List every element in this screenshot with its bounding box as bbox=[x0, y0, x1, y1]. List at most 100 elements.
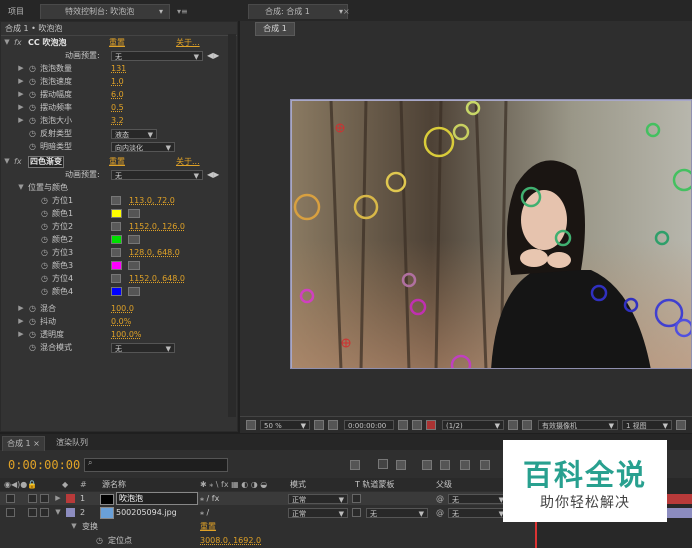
about-link[interactable]: 关于... bbox=[176, 155, 200, 168]
transform-row[interactable]: ▼ 变换 重置 bbox=[0, 520, 535, 533]
stopwatch-icon[interactable]: ◷ bbox=[29, 341, 36, 354]
stopwatch-icon[interactable]: ◷ bbox=[29, 127, 36, 140]
eyedropper-icon[interactable] bbox=[128, 261, 140, 270]
expand-triangle-icon[interactable]: ▼ bbox=[3, 36, 11, 49]
param-value[interactable]: 113.0, 72.0 bbox=[129, 194, 175, 207]
param-value[interactable]: 1152.0, 648.0 bbox=[129, 272, 185, 285]
param-value[interactable]: 3.2 bbox=[111, 114, 124, 127]
preserve-transparency-toggle[interactable] bbox=[352, 508, 361, 517]
stopwatch-icon[interactable]: ◷ bbox=[29, 75, 36, 88]
col-parent[interactable]: 父级 bbox=[436, 478, 452, 491]
stopwatch-icon[interactable]: ◷ bbox=[29, 101, 36, 114]
expand-triangle-icon[interactable]: ▶ bbox=[17, 101, 25, 114]
color-swatch[interactable] bbox=[111, 261, 122, 270]
blend-mode-dropdown[interactable]: 无 ▼ bbox=[111, 343, 175, 353]
fx-icon[interactable]: fx bbox=[14, 155, 22, 168]
stopwatch-icon[interactable]: ◷ bbox=[29, 62, 36, 75]
chevron-down-icon[interactable]: ▾ bbox=[159, 5, 163, 19]
eyedropper-icon[interactable] bbox=[128, 235, 140, 244]
expand-triangle-icon[interactable]: ▶ bbox=[17, 75, 25, 88]
preserve-transparency-toggle[interactable] bbox=[352, 494, 361, 503]
always-preview-icon[interactable] bbox=[246, 420, 256, 430]
layer-mode-dropdown[interactable]: 正常 ▼ bbox=[288, 508, 348, 518]
color-swatch[interactable] bbox=[111, 287, 122, 296]
composition-canvas[interactable] bbox=[290, 99, 692, 369]
graph-editor-icon[interactable] bbox=[480, 460, 490, 470]
layer-duration-bar[interactable] bbox=[665, 494, 692, 504]
show-snapshot-icon[interactable] bbox=[412, 420, 422, 430]
layer-switches[interactable]: ⁎ / bbox=[200, 506, 209, 519]
comp-breadcrumb[interactable]: 合成 1 bbox=[255, 22, 295, 36]
stopwatch-icon[interactable]: ◷ bbox=[41, 285, 48, 298]
live-update-icon[interactable] bbox=[378, 459, 388, 469]
param-value[interactable]: 6.0 bbox=[111, 88, 124, 101]
eye-icon[interactable] bbox=[6, 494, 15, 503]
lock-toggle[interactable] bbox=[40, 508, 49, 517]
layer-row[interactable]: ▶ 1 吹泡泡 ⁎ / fx 正常 ▼ @ 无 ▼ bbox=[0, 492, 535, 505]
expand-triangle-icon[interactable]: ▼ bbox=[17, 181, 25, 194]
stopwatch-icon[interactable]: ◷ bbox=[41, 259, 48, 272]
layer-duration-bar[interactable] bbox=[665, 508, 692, 518]
layer-parent-dropdown[interactable]: 无 ▼ bbox=[448, 494, 508, 504]
anchor-value[interactable]: 3008.0, 1692.0 bbox=[200, 534, 261, 547]
color-swatch[interactable] bbox=[111, 209, 122, 218]
current-time[interactable]: 0:00:00:00 bbox=[344, 420, 394, 430]
frame-blending-icon[interactable] bbox=[440, 460, 450, 470]
param-value[interactable]: 1152.0, 126.0 bbox=[129, 220, 185, 233]
param-value[interactable]: 100.0 bbox=[111, 302, 134, 315]
expand-triangle-icon[interactable]: ▶ bbox=[17, 62, 25, 75]
color-swatch[interactable] bbox=[111, 235, 122, 244]
param-value[interactable]: 0.5 bbox=[111, 101, 124, 114]
group-row[interactable]: ▼ 位置与颜色 bbox=[1, 181, 233, 194]
about-link[interactable]: 关于... bbox=[176, 36, 200, 49]
reflection-dropdown[interactable]: 液态 ▼ bbox=[111, 129, 157, 139]
stopwatch-icon[interactable]: ◷ bbox=[41, 233, 48, 246]
zoom-dropdown[interactable]: 50 % ▼ bbox=[260, 420, 310, 430]
solo-toggle[interactable] bbox=[28, 494, 37, 503]
tab-project[interactable]: 项目 bbox=[4, 5, 28, 19]
timeline-search-input[interactable]: ⌕ bbox=[84, 458, 228, 472]
reset-link[interactable]: 重置 bbox=[109, 36, 125, 49]
transparency-grid-icon[interactable] bbox=[522, 420, 532, 430]
motion-blur-icon[interactable] bbox=[460, 460, 470, 470]
preset-nav-icon[interactable]: ◀▶ bbox=[207, 168, 219, 181]
shading-dropdown[interactable]: 向内淡化 ▼ bbox=[111, 142, 175, 152]
stopwatch-icon[interactable]: ◷ bbox=[41, 220, 48, 233]
stopwatch-icon[interactable]: ◷ bbox=[29, 315, 36, 328]
expand-triangle-icon[interactable]: ▶ bbox=[17, 114, 25, 127]
crosshair-icon[interactable] bbox=[111, 274, 121, 283]
effect-header-bubbles[interactable]: ▼ fx CC 吹泡泡 重置 关于... bbox=[1, 36, 233, 49]
track-matte-dropdown[interactable]: 无 ▼ bbox=[366, 508, 428, 518]
crosshair-icon[interactable] bbox=[111, 222, 121, 231]
param-value[interactable]: 1.0 bbox=[111, 75, 124, 88]
expand-triangle-icon[interactable]: ▶ bbox=[17, 302, 25, 315]
comp-mini-flowchart-icon[interactable] bbox=[350, 460, 360, 470]
eyedropper-icon[interactable] bbox=[128, 209, 140, 218]
col-trkmat[interactable]: T 轨道蒙板 bbox=[355, 478, 394, 491]
param-value[interactable]: 100.0% bbox=[111, 328, 142, 341]
expand-triangle-icon[interactable]: ▶ bbox=[17, 315, 25, 328]
col-source-name[interactable]: 源名称 bbox=[102, 478, 126, 491]
label-color-swatch[interactable] bbox=[66, 494, 75, 503]
tab-render-queue[interactable]: 渲染队列 bbox=[52, 436, 92, 450]
tab-comp1[interactable]: 合成 1 × bbox=[2, 436, 45, 451]
lock-toggle[interactable] bbox=[40, 494, 49, 503]
playhead[interactable] bbox=[535, 522, 537, 548]
expand-triangle-icon[interactable]: ▼ bbox=[3, 155, 11, 168]
layer-mode-dropdown[interactable]: 正常 ▼ bbox=[288, 494, 348, 504]
views-dropdown[interactable]: 1 视图 ▼ bbox=[622, 420, 672, 430]
layer-switches[interactable]: ⁎ / fx bbox=[200, 492, 219, 505]
effect-header-four-color[interactable]: ▼ fx 四色渐变 重置 关于... bbox=[1, 155, 233, 168]
col-mode[interactable]: 模式 bbox=[290, 478, 306, 491]
stopwatch-icon[interactable]: ◷ bbox=[29, 114, 36, 127]
scrollbar[interactable] bbox=[228, 34, 236, 417]
panel-options-icon[interactable] bbox=[676, 420, 686, 430]
eyedropper-icon[interactable] bbox=[128, 287, 140, 296]
stopwatch-icon[interactable]: ◷ bbox=[29, 88, 36, 101]
crosshair-icon[interactable] bbox=[111, 196, 121, 205]
mask-toggle-icon[interactable] bbox=[328, 420, 338, 430]
expand-triangle-icon[interactable]: ▶ bbox=[17, 88, 25, 101]
reset-link[interactable]: 重置 bbox=[109, 155, 125, 168]
expand-triangle-icon[interactable]: ▼ bbox=[70, 520, 78, 533]
pickwhip-icon[interactable]: @ bbox=[436, 492, 444, 505]
